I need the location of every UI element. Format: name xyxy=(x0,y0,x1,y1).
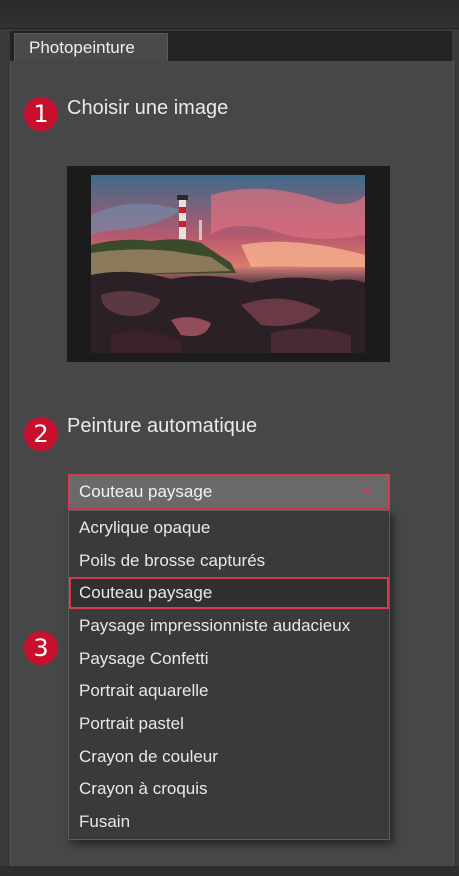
dropdown-option[interactable]: Paysage impressionniste audacieux xyxy=(69,610,389,642)
painting-style-select[interactable]: Couteau paysage xyxy=(68,474,390,510)
dropdown-option[interactable]: Crayon de couleur xyxy=(69,741,389,773)
step-1-badge: 1 xyxy=(24,97,58,131)
step-1-label: Choisir une image xyxy=(67,97,229,119)
dropdown-option[interactable]: Crayon à croquis xyxy=(69,773,389,805)
step-2-label: Peinture automatique xyxy=(67,415,258,437)
dropdown-option[interactable]: Portrait pastel xyxy=(69,708,389,740)
step-2-badge: 2 xyxy=(24,417,58,451)
image-preview[interactable] xyxy=(67,166,390,362)
painting-style-dropdown: Acrylique opaque Poils de brosse capturé… xyxy=(68,510,390,840)
dropdown-option-selected[interactable]: Couteau paysage xyxy=(69,577,389,609)
dropdown-option[interactable]: Fusain xyxy=(69,806,389,838)
dropdown-option[interactable]: Acrylique opaque xyxy=(69,512,389,544)
window-top-bar xyxy=(0,0,459,29)
dropdown-option[interactable]: Paysage Confetti xyxy=(69,643,389,675)
dropdown-option[interactable]: Poils de brosse capturés xyxy=(69,545,389,577)
preview-photo xyxy=(91,175,365,353)
painting-style-select-value: Couteau paysage xyxy=(79,482,213,501)
dropdown-option[interactable]: Portrait aquarelle xyxy=(69,675,389,707)
tab-photopeinture[interactable]: Photopeinture xyxy=(14,33,168,61)
panel-bottom-edge xyxy=(0,866,459,876)
step-3-badge: 3 xyxy=(24,631,58,665)
